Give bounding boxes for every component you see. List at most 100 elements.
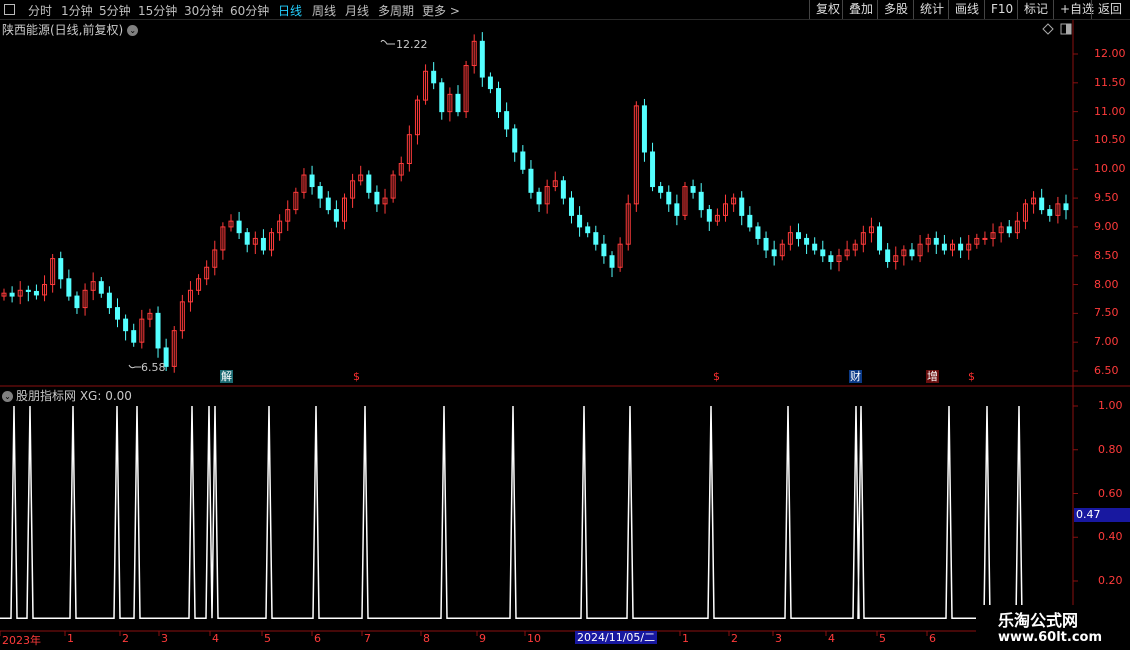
candle-body [666, 191, 672, 205]
candle-body [706, 209, 712, 222]
price-tick-label: 9.50 [1094, 191, 1119, 205]
high-price-marker: 12.22 [396, 38, 428, 51]
candle-body [106, 292, 112, 309]
low-marker-line [128, 364, 141, 369]
price-tick-label: 12.00 [1094, 47, 1126, 60]
overlay-button[interactable]: 叠加 [842, 0, 879, 19]
tab-daily[interactable]: 日线 [278, 2, 302, 19]
tab-fenshi[interactable]: 分时 [28, 2, 52, 19]
watermark: 乐淘公式网 www.60lt.com [976, 605, 1130, 650]
candle-body [560, 180, 566, 199]
price-tick-label: 8.50 [1094, 248, 1119, 262]
date-highlight: 2024/11/05/二 [575, 631, 658, 644]
indicator-title-text: 股朋指标网 XG: 0.00 [16, 389, 132, 403]
candle-body [333, 209, 339, 222]
tab-60min[interactable]: 60分钟 [230, 2, 269, 19]
candle-body [114, 307, 120, 320]
price-tick-label: 10.00 [1094, 162, 1126, 176]
candle-body [528, 168, 534, 193]
event-marker-dividend[interactable]: $ [352, 370, 361, 383]
indicator-tick-label: 0.80 [1098, 442, 1123, 456]
menu-icon[interactable] [4, 4, 15, 15]
watermark-url: www.60lt.com [998, 630, 1103, 645]
date-label: 3 [775, 632, 782, 645]
event-marker-dividend[interactable]: $ [967, 370, 976, 383]
indicator-spike-series [0, 405, 1070, 619]
candle-body [885, 249, 891, 262]
candle-body [374, 191, 380, 205]
candle-body [317, 186, 323, 199]
date-label: 4 [828, 632, 835, 645]
tab-weekly[interactable]: 周线 [312, 2, 336, 19]
candle-body [33, 290, 39, 296]
price-tick-label: 6.50 [1094, 364, 1119, 377]
more-menu[interactable]: 更多 > [422, 2, 460, 19]
candle-body [536, 191, 542, 205]
candle-body [828, 255, 834, 262]
candle-body [812, 243, 818, 251]
candle-body [982, 237, 988, 240]
indicator-spike-line [0, 405, 1070, 619]
chart-canvas [0, 19, 1130, 636]
candle-body [650, 151, 656, 188]
candle-body [9, 292, 15, 297]
price-tick-label: 8.00 [1094, 277, 1119, 291]
candle-body [755, 226, 761, 239]
diamond-icon[interactable] [1042, 23, 1054, 35]
candle-body [763, 237, 769, 251]
indicator-title[interactable]: ⌄ 股朋指标网 XG: 0.00 [2, 387, 132, 404]
tab-5min[interactable]: 5分钟 [99, 2, 131, 19]
event-marker-jie[interactable]: 解 [220, 370, 233, 383]
candle-body [155, 312, 161, 349]
adjust-button[interactable]: 复权 [809, 0, 846, 19]
candle-body [98, 281, 104, 294]
candle-body [325, 197, 331, 211]
price-tick-label: 10.50 [1094, 133, 1126, 147]
draw-line-button[interactable]: 画线 [948, 0, 985, 19]
stats-button[interactable]: 统计 [913, 0, 950, 19]
chevron-down-icon[interactable]: ⌄ [127, 25, 139, 36]
candle-body [1063, 203, 1069, 211]
f10-button[interactable]: F10 [984, 0, 1019, 19]
back-button[interactable]: 返回 [1091, 0, 1128, 19]
date-label: 10 [527, 632, 541, 645]
event-marker-dividend[interactable]: $ [712, 370, 721, 383]
candle-body [609, 255, 615, 268]
event-marker-zeng[interactable]: 增 [926, 370, 939, 383]
price-axis-ticks [1073, 53, 1078, 372]
tab-multi-period[interactable]: 多周期 [378, 2, 414, 19]
date-label: 1 [67, 632, 74, 645]
chart-title[interactable]: 陕西能源(日线,前复权) ⌄ [2, 21, 139, 38]
date-label: 5 [879, 632, 886, 645]
multi-stock-button[interactable]: 多股 [877, 0, 914, 19]
candle-body [739, 197, 745, 216]
price-tick-label: 9.00 [1094, 219, 1119, 233]
candle-body [479, 40, 485, 78]
chevron-down-icon[interactable]: ⌄ [2, 391, 13, 402]
tab-1min[interactable]: 1分钟 [61, 2, 93, 19]
indicator-tick-label: 0.60 [1098, 486, 1123, 500]
indicator-axis-ticks [1073, 405, 1078, 582]
tab-15min[interactable]: 15分钟 [138, 2, 177, 19]
tab-monthly[interactable]: 月线 [345, 2, 369, 19]
date-label: 3 [161, 632, 168, 645]
candle-body [66, 278, 72, 297]
candle-body [1047, 209, 1053, 216]
mark-button[interactable]: 标记 [1017, 0, 1054, 19]
high-marker-line [380, 39, 395, 45]
candle-body [487, 76, 493, 90]
candle-body [909, 249, 915, 257]
candle-body [260, 237, 266, 251]
candle-body [698, 191, 704, 211]
date-label: 4 [212, 632, 219, 645]
candle-body [795, 232, 801, 239]
price-tick-label: 7.00 [1094, 335, 1119, 349]
date-label: 2 [122, 632, 129, 645]
date-label: 9 [479, 632, 486, 645]
candle-body [601, 243, 607, 257]
panel-toggle-icon[interactable] [1060, 23, 1072, 35]
tab-30min[interactable]: 30分钟 [184, 2, 223, 19]
candle-body [455, 93, 461, 113]
event-marker-cai[interactable]: 财 [849, 370, 862, 383]
candle-body [236, 220, 242, 234]
